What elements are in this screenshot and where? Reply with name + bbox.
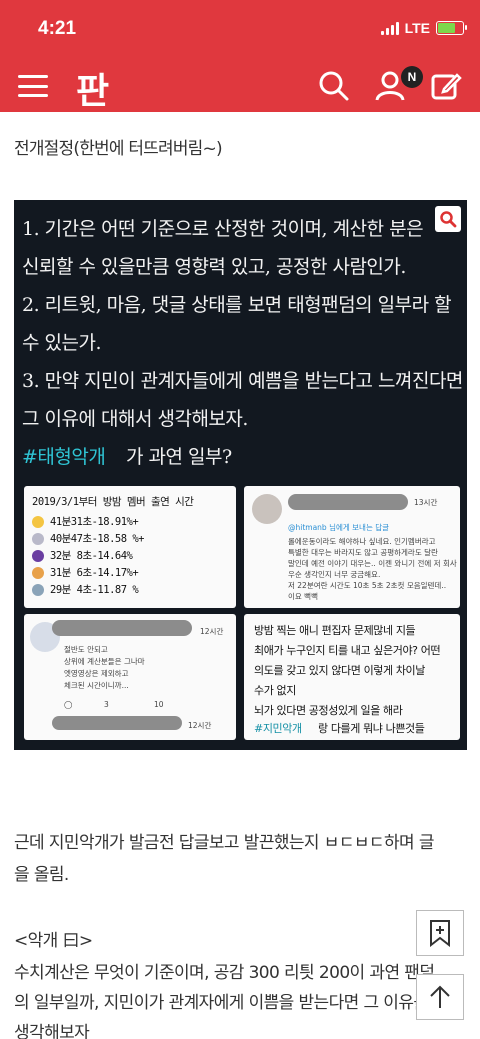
tweet-text: 이요 뻑뻑 (288, 592, 318, 601)
post-paragraph: 을 올림. (14, 865, 69, 885)
post-paragraph: 의 일부일까, 지민이가 관계자에게 이쁨을 받는다면 그 이유를 (14, 993, 429, 1013)
bookmark-icon (430, 920, 450, 947)
crown-icon (32, 549, 44, 562)
rabbit-icon (32, 532, 44, 545)
like-count: 10 (154, 700, 164, 709)
tweet-text: 롤에운동이라도 해야하나 싶네요. 인기멤버라고 (288, 537, 436, 546)
redacted-name (288, 494, 408, 510)
image-text-line: 1. 기간은 어떤 기준으로 산정한 것이며, 계산한 분은 (22, 218, 424, 240)
koala-icon (32, 583, 44, 596)
image-text-line: 3. 만약 지민이 관계자들에게 예쁨을 받는다고 느껴진다면 (22, 370, 463, 392)
reply-icon: ◯ (64, 700, 73, 709)
retweet-count: 3 (104, 700, 109, 709)
image-search-icon[interactable] (435, 206, 461, 232)
tweet-text: 절반도 안되고 (64, 645, 108, 654)
image-text-line: 수 있는가. (22, 332, 102, 354)
post-paragraph: 근데 지민악개가 발금전 답글보고 발끈했는지 ㅂㄷㅂㄷ하며 글 (14, 833, 434, 853)
status-time: 4:21 (38, 18, 77, 39)
image-text-line: 신뢰할 수 있을만큼 영향력 있고, 공정한 사람인가. (22, 256, 406, 278)
quote-text: 랑 다를게 뭐냐 나쁜것들 (318, 722, 425, 735)
tweet-time: 12시간 (200, 627, 224, 636)
quote-text: 의도를 갖고 있지 않다면 이렇게 차이날 (254, 664, 426, 677)
battery-icon (436, 21, 467, 35)
redacted-name (52, 620, 192, 636)
image-hashtag-suffix: 가 과연 일부? (126, 446, 232, 468)
quote-text: 최애가 누구인지 티를 내고 싶은거야? 어떤 (254, 644, 441, 657)
status-bar: 4:21 LTE (0, 0, 480, 60)
post-intro: 전개절정(한번에 터뜨려버림~) (14, 139, 223, 159)
avatar (252, 494, 282, 524)
image-text-line: 그 이유에 대해서 생각해보자. (22, 408, 248, 430)
post-paragraph: <악개 曰> (14, 931, 93, 951)
edit-icon[interactable] (430, 70, 462, 102)
quote-text: 방밤 찍는 애니 편집자 문제많네 지들 (254, 624, 416, 637)
arrow-up-icon (430, 985, 450, 1008)
tweet-time: 13시간 (414, 498, 438, 507)
tweet-text: 체크된 시간이니까... (64, 681, 129, 690)
image-text-line: 2. 리트윗, 마음, 댓글 상태를 보면 태형팬덤의 일부라 할 (22, 294, 452, 316)
app-logo[interactable]: 판 (76, 62, 109, 114)
panel-title: 2019/3/1부터 방밤 멤버 출연 시간 (32, 496, 194, 508)
image-hashtag: #태형악개 (22, 446, 106, 468)
reply-panel-2: 12시간 절반도 안되고 상위에 계산분들은 그나마 엣영영상은 제외하고 체크… (24, 614, 236, 740)
screen-time-panel: 2019/3/1부터 방밤 멤버 출연 시간 41분31초-18.91%+ 40… (24, 486, 236, 608)
search-icon[interactable] (318, 70, 350, 102)
tweet-text: 말인데 예전 이야기 대우는.. 이젠 와니기 전에 저 회사 (288, 559, 457, 568)
quote-panel: 방밤 찍는 애니 편집자 문제많네 지들 최애가 누구인지 티를 내고 싶은거야… (244, 614, 460, 740)
bookmark-button[interactable] (416, 910, 464, 956)
post-paragraph: 수치계산은 무엇이 기준이며, 공감 300 리틧 200이 과연 팬덤 (14, 963, 435, 983)
post-paragraph: 생각해보자 (14, 1023, 90, 1039)
scroll-top-button[interactable] (416, 974, 464, 1020)
tweet-time: 12시간 (188, 721, 212, 730)
list-item: 32분 8초-14.64% (24, 547, 236, 564)
reply-handle: @hitmanb 님에게 보내는 답글 (288, 523, 390, 532)
list-item: 29분 4초-11.87 % (24, 581, 236, 598)
quote-hashtag: #지민악개 (254, 722, 302, 735)
tweet-text: 특별한 대우는 바라지도 않고 공평하게라도 달란 (288, 548, 438, 557)
signal-icon (380, 21, 399, 35)
quote-text: 수가 없지 (254, 684, 296, 697)
post-image[interactable]: 1. 기간은 어떤 기준으로 산정한 것이며, 계산한 분은 신뢰할 수 있을만… (14, 200, 467, 750)
status-indicators: LTE (380, 20, 467, 36)
menu-icon[interactable] (18, 72, 48, 100)
tweet-text: 엣영영상은 제외하고 (64, 669, 129, 678)
redacted-name (52, 716, 182, 730)
list-item: 41분31초-18.91%+ (24, 513, 236, 530)
notification-badge[interactable]: N (401, 66, 423, 88)
quote-text: 뇌가 있다면 공정성있게 일을 해라 (254, 704, 403, 717)
tweet-text: 우순 생각인지 너무 궁금해요. (288, 570, 381, 579)
tweet-text: 저 22분여란 시간도 10초 5초 2초컷 모음일텐데.. (288, 581, 447, 590)
reply-panel-1: 13시간 @hitmanb 님에게 보내는 답글 롤에운동이라도 해야하나 싶네… (244, 486, 460, 608)
battery-fill (438, 23, 455, 33)
network-label: LTE (404, 20, 430, 36)
tweet-text: 상위에 계산분들은 그나마 (64, 657, 145, 666)
chick-icon (32, 515, 44, 528)
list-item: 31분 6초-14.17%+ (24, 564, 236, 581)
list-item: 40분47초-18.58 %+ (24, 530, 236, 547)
hamster-icon (32, 566, 44, 579)
